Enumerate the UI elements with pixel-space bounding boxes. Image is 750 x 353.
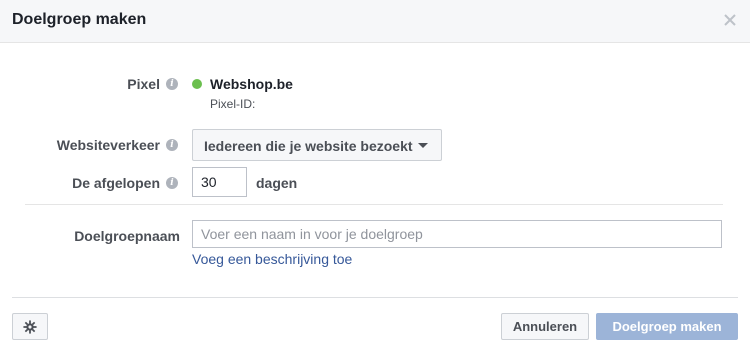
last-days-label: De afgelopen <box>72 175 160 191</box>
audience-name-label: Doelgroepnaam <box>74 228 180 244</box>
dialog-header: Doelgroep maken <box>0 0 750 43</box>
website-traffic-dropdown[interactable]: Iedereen die je website bezoekt <box>192 129 442 161</box>
pixel-id-label: Pixel-ID: <box>210 97 256 111</box>
website-traffic-label: Websiteverkeer <box>56 137 160 153</box>
gear-icon <box>23 320 37 334</box>
info-icon[interactable]: i <box>166 177 178 189</box>
pixel-label: Pixel <box>127 76 160 92</box>
info-icon[interactable]: i <box>166 139 178 151</box>
info-icon[interactable]: i <box>166 78 178 90</box>
pixel-status-dot <box>192 79 202 89</box>
audience-name-input[interactable] <box>192 220 722 248</box>
section-divider <box>25 204 723 205</box>
dialog-title: Doelgroep maken <box>12 11 147 28</box>
days-unit-label: dagen <box>256 175 298 191</box>
cancel-button[interactable]: Annuleren <box>501 313 589 340</box>
days-input[interactable] <box>192 167 247 197</box>
pixel-name: Webshop.be <box>210 76 293 92</box>
create-audience-dialog: Doelgroep maken Pixel i Webshop.be Pixel… <box>0 0 750 353</box>
footer-divider <box>12 297 738 298</box>
close-icon[interactable] <box>722 12 738 28</box>
website-traffic-selected: Iedereen die je website bezoekt <box>204 138 413 154</box>
create-audience-button[interactable]: Doelgroep maken <box>596 313 738 340</box>
add-description-link[interactable]: Voeg een beschrijving toe <box>192 251 352 267</box>
settings-button[interactable] <box>12 313 48 340</box>
caret-down-icon <box>418 143 428 148</box>
